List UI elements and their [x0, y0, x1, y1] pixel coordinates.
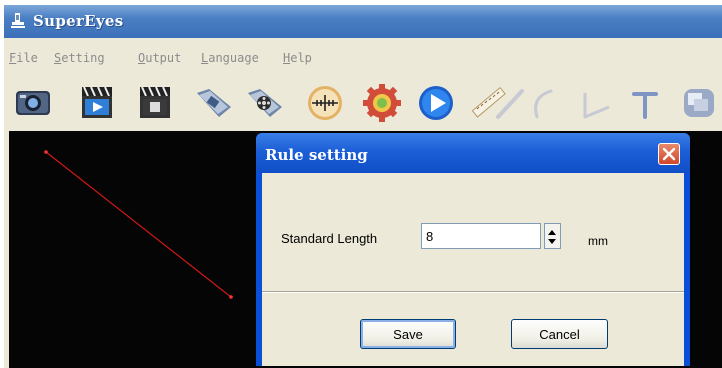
spin-up-icon[interactable]	[548, 230, 556, 235]
divider	[262, 291, 684, 293]
camera-icon[interactable]	[12, 81, 54, 123]
window-title: SuperEyes	[33, 12, 124, 30]
close-button[interactable]	[658, 143, 680, 165]
crosshair-icon[interactable]	[304, 81, 346, 123]
settings-gear-icon[interactable]	[361, 81, 403, 123]
rule-setting-dialog: Rule setting Standard Length mm Save Can…	[256, 133, 690, 366]
menu-output[interactable]: Output	[138, 51, 181, 65]
play-icon[interactable]	[415, 81, 457, 123]
angle-icon[interactable]	[573, 81, 615, 123]
title-bar[interactable]: SuperEyes	[4, 5, 722, 38]
length-spinner[interactable]	[544, 223, 561, 249]
menu-bar: File Setting Output Language Help	[4, 46, 722, 70]
unit-label: mm	[588, 234, 608, 248]
cancel-button[interactable]: Cancel	[511, 319, 608, 349]
video-stop-icon[interactable]	[134, 81, 176, 123]
arc-icon[interactable]	[521, 81, 563, 123]
menu-setting[interactable]: Setting	[54, 51, 105, 65]
toolbar	[4, 75, 722, 133]
close-icon	[662, 147, 676, 161]
menu-file[interactable]: File	[9, 51, 38, 65]
menu-language[interactable]: Language	[201, 51, 259, 65]
standard-length-label: Standard Length	[281, 231, 378, 246]
photo-folder-icon[interactable]	[193, 81, 235, 123]
dialog-title: Rule setting	[265, 146, 368, 164]
dialog-body: Standard Length mm Save Cancel	[262, 173, 684, 366]
text-icon[interactable]	[624, 81, 666, 123]
dialog-title-bar[interactable]: Rule setting	[256, 133, 690, 173]
save-button[interactable]: Save	[360, 319, 456, 349]
standard-length-input[interactable]	[421, 223, 541, 249]
video-record-icon[interactable]	[76, 81, 118, 123]
menu-help[interactable]: Help	[283, 51, 312, 65]
spin-down-icon[interactable]	[548, 239, 556, 244]
video-folder-icon[interactable]	[244, 81, 286, 123]
overlay-icon[interactable]	[678, 81, 720, 123]
app-icon	[11, 13, 25, 28]
